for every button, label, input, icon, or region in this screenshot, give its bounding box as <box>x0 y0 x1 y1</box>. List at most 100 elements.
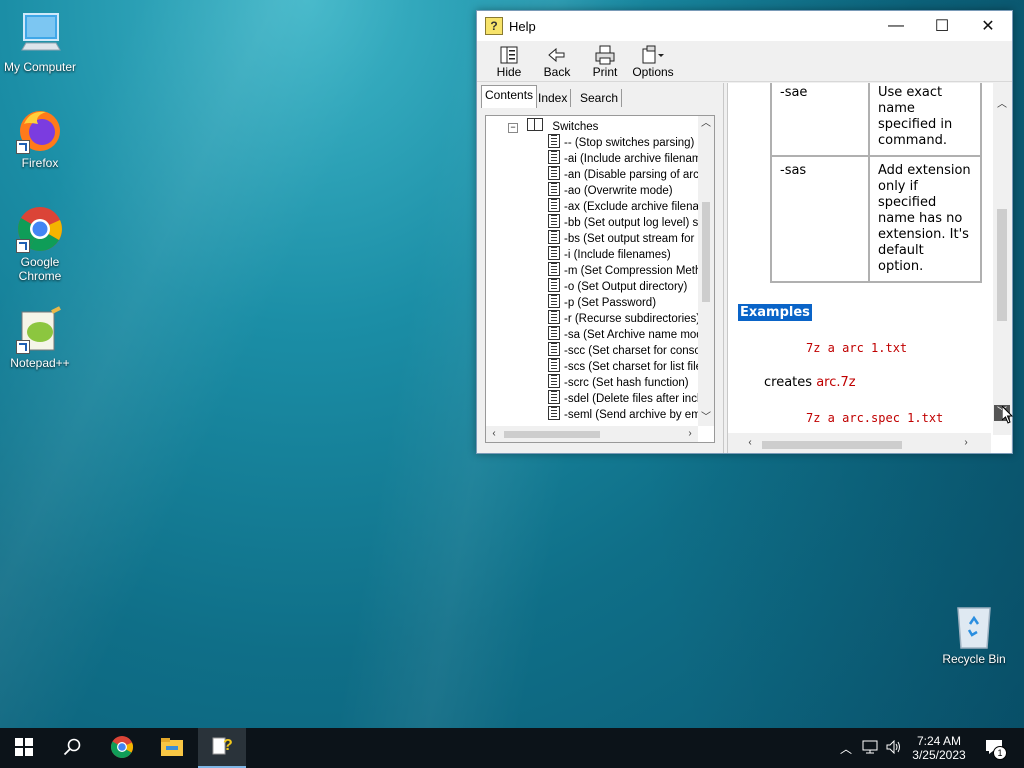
tree-item[interactable]: -ai (Include archive filenames) <box>486 150 698 166</box>
tree-item[interactable]: -i (Include filenames) <box>486 246 698 262</box>
topic-vertical-scrollbar[interactable]: ︿ ﹀ <box>993 83 1011 435</box>
back-button[interactable]: Back <box>533 45 581 79</box>
tab-search[interactable]: Search <box>577 89 623 107</box>
tree-item[interactable]: -an (Disable parsing of archive name) <box>486 166 698 182</box>
shortcut-arrow-icon <box>16 239 30 253</box>
document-icon <box>548 374 560 388</box>
desktop-icon-notepad-plus-plus[interactable]: Notepad++ <box>0 306 80 370</box>
volume-icon[interactable] <box>886 739 902 757</box>
scroll-thumb[interactable] <box>702 202 710 302</box>
tree-item-label: -i (Include filenames) <box>564 249 671 261</box>
tab-index[interactable]: Index <box>535 89 572 107</box>
network-icon[interactable] <box>862 740 878 757</box>
taskbar-file-explorer[interactable] <box>148 728 196 768</box>
desktop-icon-my-computer[interactable]: My Computer <box>0 10 80 74</box>
creates-text: creates <box>764 375 813 390</box>
options-button[interactable]: Options <box>629 45 677 79</box>
tree-vertical-scrollbar[interactable]: ︿ ﹀ <box>698 116 714 426</box>
desktop-icon-label: Notepad++ <box>10 356 70 370</box>
document-icon <box>548 166 560 180</box>
tree-item-label: -bs (Set output stream for output/error/… <box>564 233 698 245</box>
document-icon <box>548 198 560 212</box>
tree-folder-switches[interactable]: − Switches <box>486 118 698 134</box>
close-button[interactable]: ✕ <box>965 11 1011 41</box>
tree-item[interactable]: -scs (Set charset for list files) <box>486 358 698 374</box>
title-bar[interactable]: ? Help — ☐ ✕ <box>477 11 1012 41</box>
options-icon <box>629 45 677 65</box>
scroll-thumb[interactable] <box>504 431 600 438</box>
creates-line: creates arc.7z <box>764 375 856 390</box>
document-icon <box>548 406 560 420</box>
document-icon <box>548 246 560 260</box>
open-book-icon <box>527 118 544 131</box>
description-cell: Use exact name specified in command. <box>868 83 982 157</box>
shortcut-arrow-icon <box>16 140 30 154</box>
tree-item[interactable]: -bb (Set output log level) switch <box>486 214 698 230</box>
tree-item[interactable]: -scrc (Set hash function) <box>486 374 698 390</box>
clock-date: 3/25/2023 <box>912 748 966 762</box>
mouse-cursor-icon <box>1001 404 1014 427</box>
tree-item[interactable]: -r (Recurse subdirectories) <box>486 310 698 326</box>
tree-item[interactable]: -seml (Send archive by email) <box>486 406 698 422</box>
toolbar-label: Print <box>592 65 618 79</box>
tree-item[interactable]: -m (Set Compression Method) <box>486 262 698 278</box>
scroll-right-icon[interactable]: › <box>958 435 974 451</box>
tree-item-label: -- (Stop switches parsing) <box>564 137 695 149</box>
notification-center-button[interactable]: 1 <box>982 728 1007 768</box>
scroll-thumb[interactable] <box>762 441 902 449</box>
switch-cell: -sas <box>770 155 870 283</box>
show-hidden-icons-icon[interactable]: ︿ <box>838 740 854 757</box>
tree-item[interactable]: -ax (Exclude archive filenames) <box>486 198 698 214</box>
svg-text:?: ? <box>223 737 233 754</box>
tree-horizontal-scrollbar[interactable]: ‹ › <box>486 426 698 442</box>
collapse-icon[interactable]: − <box>508 123 518 133</box>
desktop-icon-firefox[interactable]: Firefox <box>0 106 80 170</box>
start-button[interactable] <box>0 728 48 768</box>
document-icon <box>548 150 560 164</box>
search-button[interactable] <box>48 728 96 768</box>
tab-contents[interactable]: Contents <box>481 85 538 108</box>
scroll-right-icon[interactable]: › <box>682 426 698 442</box>
tree-item[interactable]: -p (Set Password) <box>486 294 698 310</box>
taskbar-help-window[interactable]: ? <box>198 728 246 768</box>
start-icon <box>15 737 33 759</box>
tree-list: − Switches -- (Stop switches parsing) -a… <box>486 118 698 422</box>
tree-item[interactable]: -sa (Set Archive name mode) <box>486 326 698 342</box>
taskbar: ? ︿ 7:24 AM 3/25/2023 1 <box>0 728 1024 768</box>
tree-item-label: -scc (Set charset for console input/outp… <box>564 345 698 357</box>
clock[interactable]: 7:24 AM 3/25/2023 <box>910 728 968 768</box>
scroll-up-icon[interactable]: ︿ <box>994 97 1010 113</box>
toolbar: Hide Back Print Options <box>477 41 1012 82</box>
tree-item[interactable]: -ao (Overwrite mode) <box>486 182 698 198</box>
tree-item-label: -sa (Set Archive name mode) <box>564 329 698 341</box>
scroll-down-icon[interactable]: ﹀ <box>698 410 714 426</box>
desktop-icon-recycle-bin[interactable]: Recycle Bin <box>934 602 1014 666</box>
desktop-icon-label: Recycle Bin <box>942 652 1006 666</box>
minimize-button[interactable]: — <box>873 11 919 41</box>
scroll-up-icon[interactable]: ︿ <box>698 116 714 132</box>
topic-pane: -sae Use exact name specified in command… <box>727 83 1011 453</box>
description-cell: Add extension only if specified name has… <box>868 155 982 283</box>
maximize-button[interactable]: ☐ <box>919 11 965 41</box>
desktop-icon-google-chrome[interactable]: Google Chrome <box>0 205 80 283</box>
system-tray: ︿ <box>838 728 902 768</box>
tree-item[interactable]: -sdel (Delete files after including to a… <box>486 390 698 406</box>
created-filename: arc.7z <box>816 375 856 390</box>
print-button[interactable]: Print <box>581 45 629 79</box>
scroll-thumb[interactable] <box>997 209 1007 321</box>
tree-item[interactable]: -scc (Set charset for console input/outp… <box>486 342 698 358</box>
hide-button[interactable]: Hide <box>485 45 533 79</box>
help-window: ? Help — ☐ ✕ Hide Back Print Options Con… <box>476 10 1013 454</box>
tree-item[interactable]: -o (Set Output directory) <box>486 278 698 294</box>
taskbar-chrome[interactable] <box>98 728 146 768</box>
tree-item[interactable]: -- (Stop switches parsing) <box>486 134 698 150</box>
tree-item-label: -scrc (Set hash function) <box>564 377 689 389</box>
topic-horizontal-scrollbar[interactable]: ‹ › <box>728 433 991 453</box>
tree-item-label: -seml (Send archive by email) <box>564 409 698 421</box>
tree-item-label: -ax (Exclude archive filenames) <box>564 201 698 213</box>
scroll-left-icon[interactable]: ‹ <box>486 426 502 442</box>
scroll-left-icon[interactable]: ‹ <box>742 435 758 451</box>
tree-item[interactable]: -bs (Set output stream for output/error/… <box>486 230 698 246</box>
help-icon: ? <box>210 734 234 761</box>
toolbar-label: Hide <box>496 65 522 79</box>
